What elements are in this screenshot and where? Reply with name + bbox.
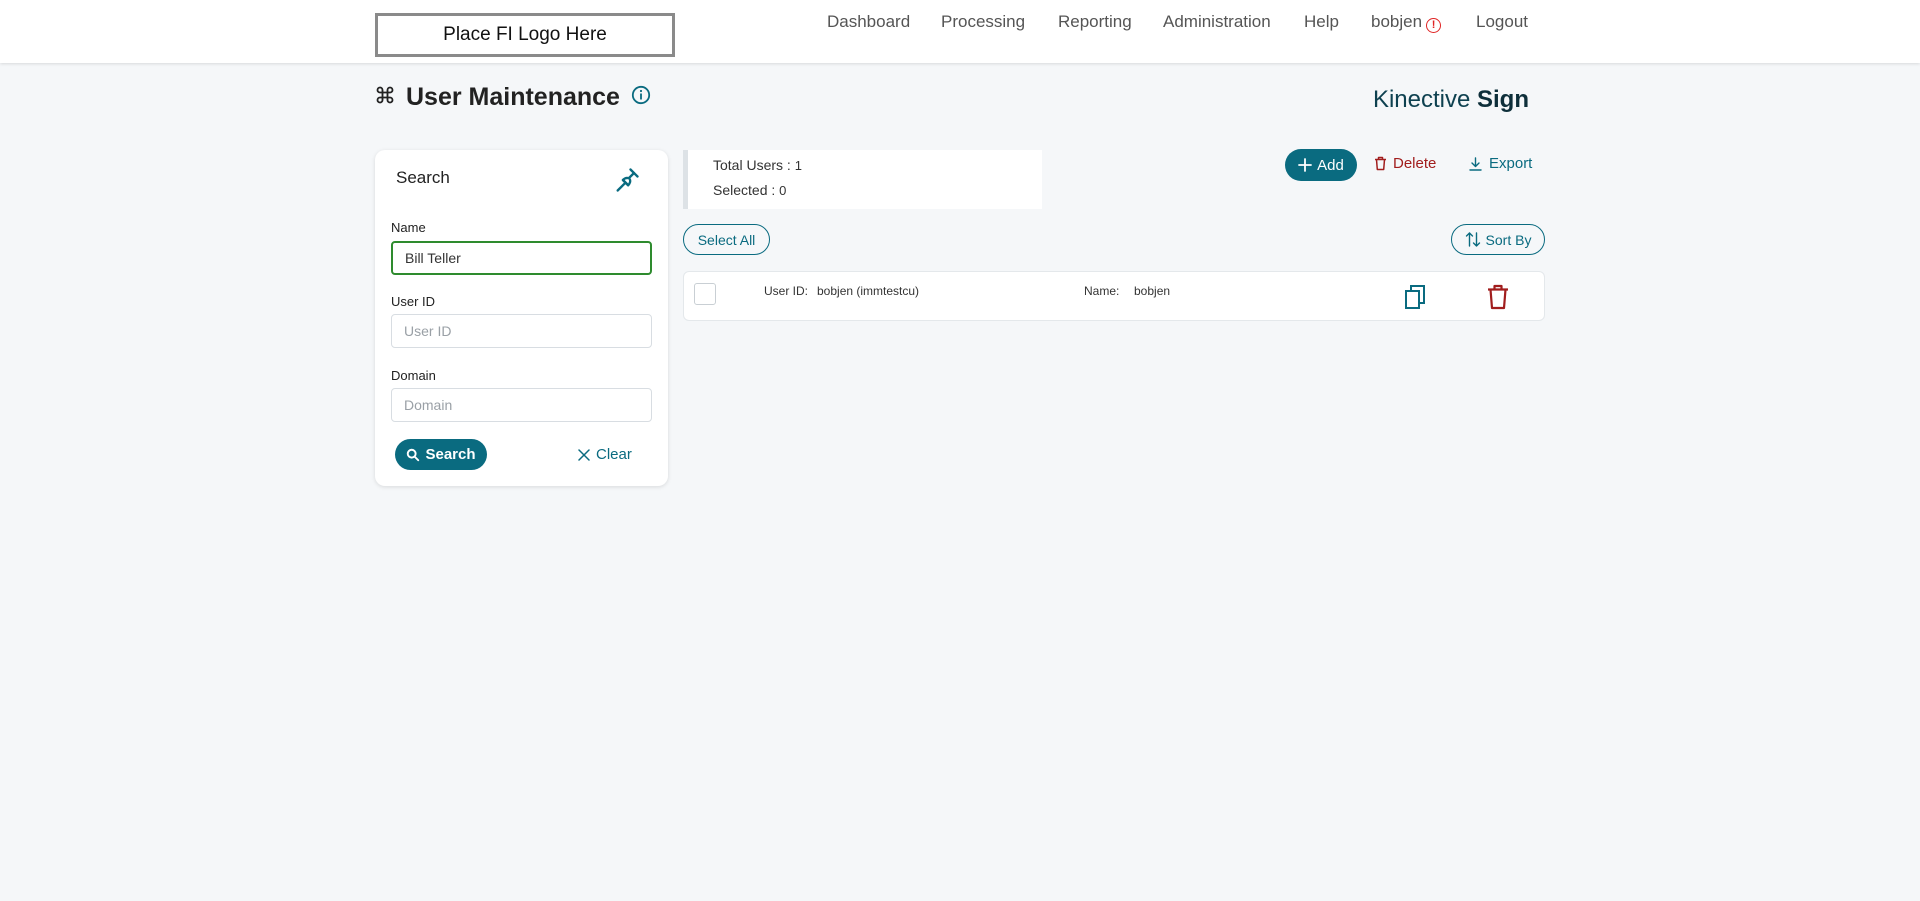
copy-icon[interactable] (1404, 284, 1426, 315)
brand-name-bold: Sign (1477, 86, 1529, 113)
nav-help[interactable]: Help (1304, 12, 1339, 32)
clear-button[interactable]: Clear (578, 446, 632, 463)
brand-logo: Kinective Sign (1373, 86, 1529, 114)
search-button-label: Search (425, 446, 476, 463)
trash-icon (1374, 156, 1387, 171)
export-button[interactable]: Export (1469, 155, 1532, 172)
domain-input[interactable] (391, 388, 652, 422)
clear-button-label: Clear (596, 446, 632, 463)
row-userid-value: bobjen (immtestcu) (817, 284, 920, 298)
search-button[interactable]: Search (395, 439, 487, 470)
search-icon (406, 448, 420, 462)
nav-administration[interactable]: Administration (1163, 12, 1271, 32)
search-panel: Search Name User ID Domain Search Clear (375, 150, 668, 486)
nav-logout[interactable]: Logout (1476, 12, 1528, 32)
download-icon (1469, 156, 1482, 171)
user-name: bobjen (1371, 11, 1423, 31)
top-navigation-bar: Place FI Logo Here Dashboard Processing … (0, 0, 1920, 63)
userid-input[interactable] (391, 314, 652, 348)
nav-reporting[interactable]: Reporting (1058, 12, 1132, 32)
info-icon[interactable] (631, 85, 651, 110)
select-all-button[interactable]: Select All (683, 224, 770, 255)
selected-users-label: Selected : (713, 182, 780, 198)
nav-user-menu[interactable]: bobjen! (1371, 11, 1442, 33)
page-heading: User Maintenance (375, 83, 651, 112)
delete-button-label: Delete (1393, 155, 1437, 172)
command-icon (375, 85, 395, 110)
total-users-value: 1 (794, 158, 802, 173)
trash-icon[interactable] (1487, 284, 1509, 315)
userid-label: User ID (391, 294, 436, 309)
row-name-label: Name: (1084, 284, 1120, 298)
domain-label: Domain (391, 368, 436, 383)
sort-by-label: Sort By (1485, 231, 1532, 248)
export-button-label: Export (1489, 155, 1533, 172)
total-users: Total Users : 1 (713, 157, 802, 173)
table-row[interactable]: User ID: bobjen (immtestcu) Name: bobjen (683, 271, 1545, 321)
fi-logo-placeholder[interactable]: Place FI Logo Here (375, 13, 675, 57)
brand-name-light: Kinective (1372, 86, 1477, 113)
name-label: Name (391, 220, 426, 235)
name-input[interactable] (391, 241, 652, 275)
close-icon (578, 448, 590, 461)
selected-users: Selected : 0 (713, 182, 786, 198)
add-user-button[interactable]: Add (1285, 149, 1357, 181)
row-select-checkbox[interactable] (694, 283, 716, 305)
sort-by-button[interactable]: Sort By (1451, 224, 1545, 255)
search-panel-title: Search (396, 168, 450, 187)
nav-dashboard[interactable]: Dashboard (827, 12, 910, 32)
add-button-label: Add (1317, 156, 1344, 174)
page-title: User Maintenance (406, 83, 620, 111)
selected-users-value: 0 (779, 183, 787, 198)
alert-circle-icon: ! (1426, 17, 1442, 33)
pin-icon[interactable] (613, 166, 641, 199)
delete-button[interactable]: Delete (1374, 155, 1436, 172)
nav-processing[interactable]: Processing (941, 12, 1025, 32)
results-summary: Total Users : 1 Selected : 0 (683, 150, 1042, 209)
sort-arrows-icon (1465, 232, 1481, 247)
row-name-value: bobjen (1134, 284, 1171, 298)
row-userid-label: User ID: (764, 284, 809, 298)
plus-icon (1298, 158, 1313, 172)
total-users-label: Total Users : (713, 157, 795, 173)
